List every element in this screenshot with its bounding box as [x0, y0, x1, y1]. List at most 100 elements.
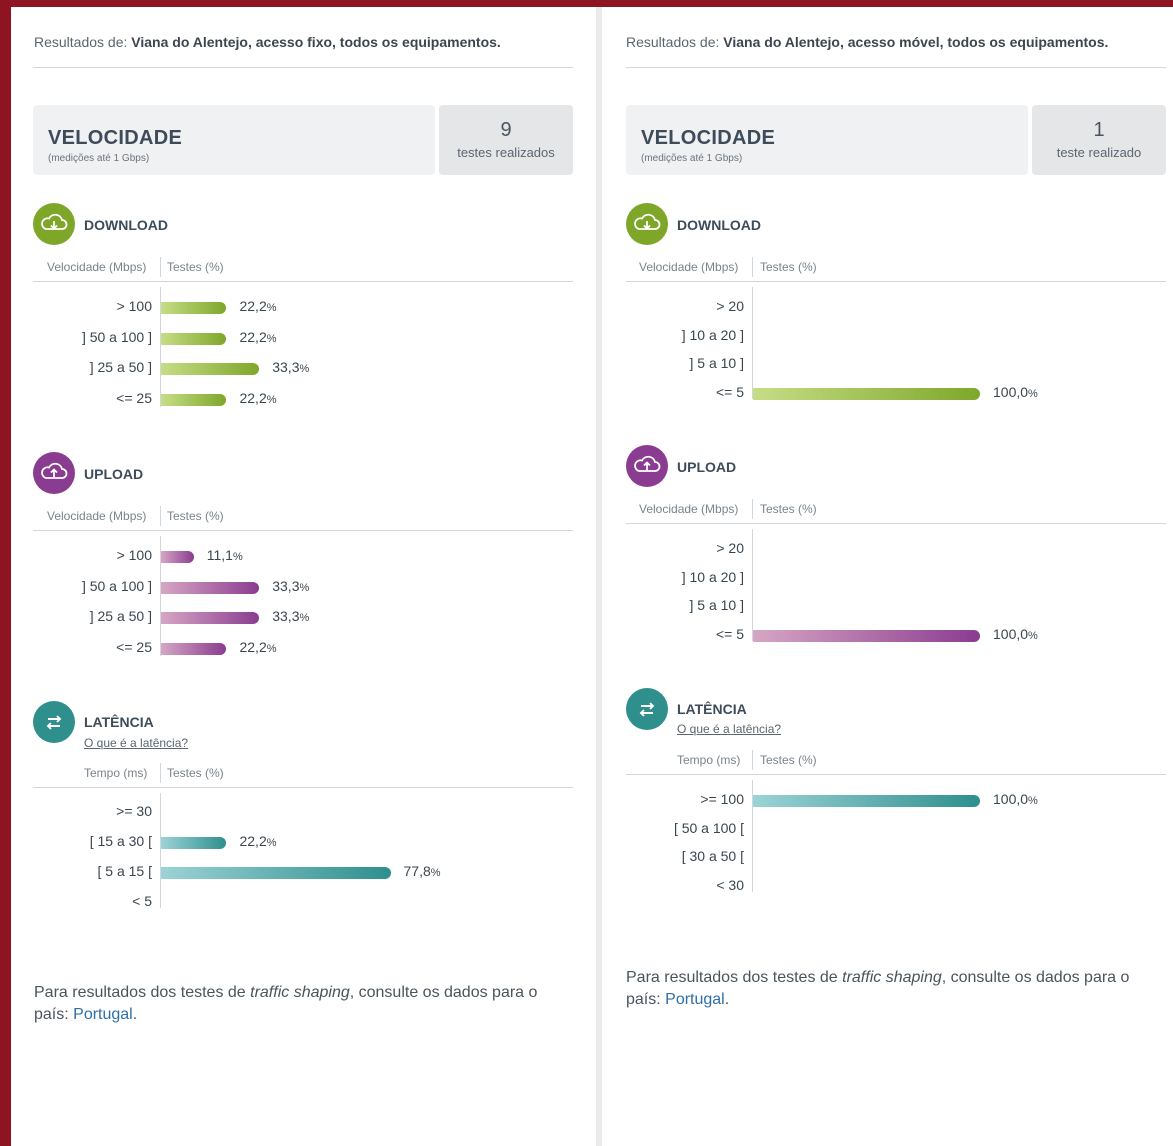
bar-value-unit: % — [1028, 795, 1038, 807]
latency-col-tests: Testes (%) — [760, 753, 817, 767]
bar-value-number: 11,1 — [206, 547, 233, 563]
row-label: [ 30 a 50 [ — [681, 848, 744, 865]
latency-title: LATÊNCIA — [677, 701, 747, 717]
bar — [161, 551, 194, 563]
bar-value-number: 100,0 — [993, 384, 1029, 401]
bar-value: 100,0% — [993, 384, 1038, 400]
results-prefix: Resultados de: — [34, 34, 128, 50]
row-label: [ 50 a 100 [ — [673, 819, 744, 836]
bar-value-unit: % — [1028, 630, 1038, 643]
speed-header-box: VELOCIDADE (medições até 1 Gbps) — [33, 105, 435, 175]
bar-value-unit: % — [232, 551, 243, 563]
bar — [161, 302, 227, 314]
column-separator — [160, 506, 161, 526]
test-count: 1 — [1093, 119, 1105, 141]
bar-value-unit: % — [266, 393, 277, 406]
row-label: < 5 — [132, 893, 152, 909]
latency-help-link[interactable]: O que é a latência? — [677, 722, 781, 736]
footer-note: Para resultados dos testes de traffic sh… — [34, 984, 538, 1023]
bar-value-unit: % — [299, 581, 310, 594]
footer-italic: traffic shaping — [842, 969, 942, 986]
download-col-speed: Velocidade (Mbps) — [639, 260, 739, 274]
chart-divider — [33, 530, 573, 531]
results-heading: Resultados de: Viana do Alentejo, acesso… — [34, 34, 501, 50]
bar-value: 33,3% — [272, 359, 309, 375]
bar-value-unit: % — [299, 612, 310, 625]
row-label: > 20 — [716, 298, 744, 314]
row-label: ] 25 a 50 ] — [89, 359, 152, 376]
bar-value: 33,3% — [272, 608, 309, 624]
bar-value-unit: % — [430, 867, 441, 879]
bar-value-unit: % — [266, 302, 277, 314]
header-divider — [33, 67, 573, 68]
row-label: ] 50 a 100 ] — [81, 577, 152, 594]
bar-value-unit: % — [266, 332, 277, 345]
row-label: >= 100 — [700, 791, 744, 807]
bar-value-unit: % — [266, 837, 277, 849]
cloud-download-icon — [33, 203, 75, 245]
bar-value-number: 22,2 — [239, 298, 267, 314]
row-label: ] 50 a 100 ] — [81, 328, 152, 345]
column-separator — [752, 499, 753, 519]
upload-col-speed: Velocidade (Mbps) — [47, 509, 147, 523]
chart-divider — [33, 787, 573, 788]
footer-note: Para resultados dos testes de traffic sh… — [626, 969, 1130, 1008]
bar-value-number: 100,0 — [993, 626, 1029, 643]
bar — [161, 581, 260, 594]
speed-subtitle: (medições até 1 Gbps) — [48, 153, 150, 164]
row-label: <= 25 — [116, 638, 152, 655]
download-col-tests: Testes (%) — [760, 260, 817, 274]
bar-value-number: 33,3 — [272, 577, 300, 594]
column-separator — [752, 750, 753, 770]
results-panel-fixed: Resultados de: Viana do Alentejo, acesso… — [11, 7, 596, 1146]
upload-col-tests: Testes (%) — [760, 502, 817, 516]
test-count-box: 1 teste realizado — [1032, 105, 1166, 175]
bar-value-number: 22,2 — [239, 389, 267, 406]
row-label: <= 5 — [715, 384, 744, 401]
arrows-exchange-icon — [33, 701, 75, 743]
results-heading: Resultados de: Viana do Alentejo, acesso… — [626, 34, 1108, 50]
results-location: Viana do Alentejo, acesso móvel, todos o… — [723, 34, 1109, 50]
latency-col-time: Tempo (ms) — [677, 753, 741, 767]
row-label: ] 25 a 50 ] — [89, 608, 152, 625]
column-separator — [752, 257, 753, 277]
bar-value: 22,2% — [239, 298, 276, 314]
bar-value-unit: % — [1028, 388, 1038, 401]
cloud-upload-icon — [626, 445, 668, 487]
row-label: [ 5 a 15 [ — [97, 863, 152, 879]
latency-col-tests: Testes (%) — [167, 766, 224, 780]
bar-value: 22,2% — [239, 833, 276, 849]
bar-value-number: 33,3 — [272, 608, 300, 625]
test-count: 9 — [500, 119, 512, 141]
portugal-link[interactable]: Portugal — [665, 991, 725, 1008]
latency-col-time: Tempo (ms) — [84, 766, 148, 780]
row-label: ] 5 a 10 ] — [689, 355, 744, 372]
download-col-tests: Testes (%) — [167, 260, 224, 274]
column-separator — [160, 763, 161, 783]
latency-help-link[interactable]: O que é a latência? — [84, 736, 188, 750]
upload-col-speed: Velocidade (Mbps) — [639, 502, 739, 516]
bar-value-unit: % — [299, 363, 310, 376]
bar-value-number: 33,3 — [272, 359, 300, 376]
upload-title: UPLOAD — [677, 459, 737, 475]
window-frame-top — [0, 0, 1173, 7]
download-col-speed: Velocidade (Mbps) — [47, 260, 147, 274]
bar — [753, 630, 980, 643]
speed-subtitle: (medições até 1 Gbps) — [641, 153, 743, 164]
bar — [161, 642, 227, 655]
portugal-link[interactable]: Portugal — [73, 1006, 133, 1023]
row-label: ] 10 a 20 ] — [681, 568, 744, 585]
bar-value-unit: % — [266, 642, 277, 655]
chart-divider — [626, 523, 1166, 524]
chart-axis — [752, 287, 753, 399]
bar-value: 100,0% — [993, 626, 1038, 642]
chart-axis — [160, 793, 161, 908]
results-location: Viana do Alentejo, acesso fixo, todos os… — [131, 34, 501, 50]
bar — [161, 867, 391, 879]
row-label: <= 5 — [715, 626, 744, 643]
chart-divider — [33, 281, 573, 282]
upload-col-tests: Testes (%) — [167, 509, 224, 523]
bar-value: 33,3% — [272, 578, 309, 594]
bar-value: 100,0% — [993, 791, 1038, 807]
bar-value-number: 100,0 — [993, 791, 1029, 807]
